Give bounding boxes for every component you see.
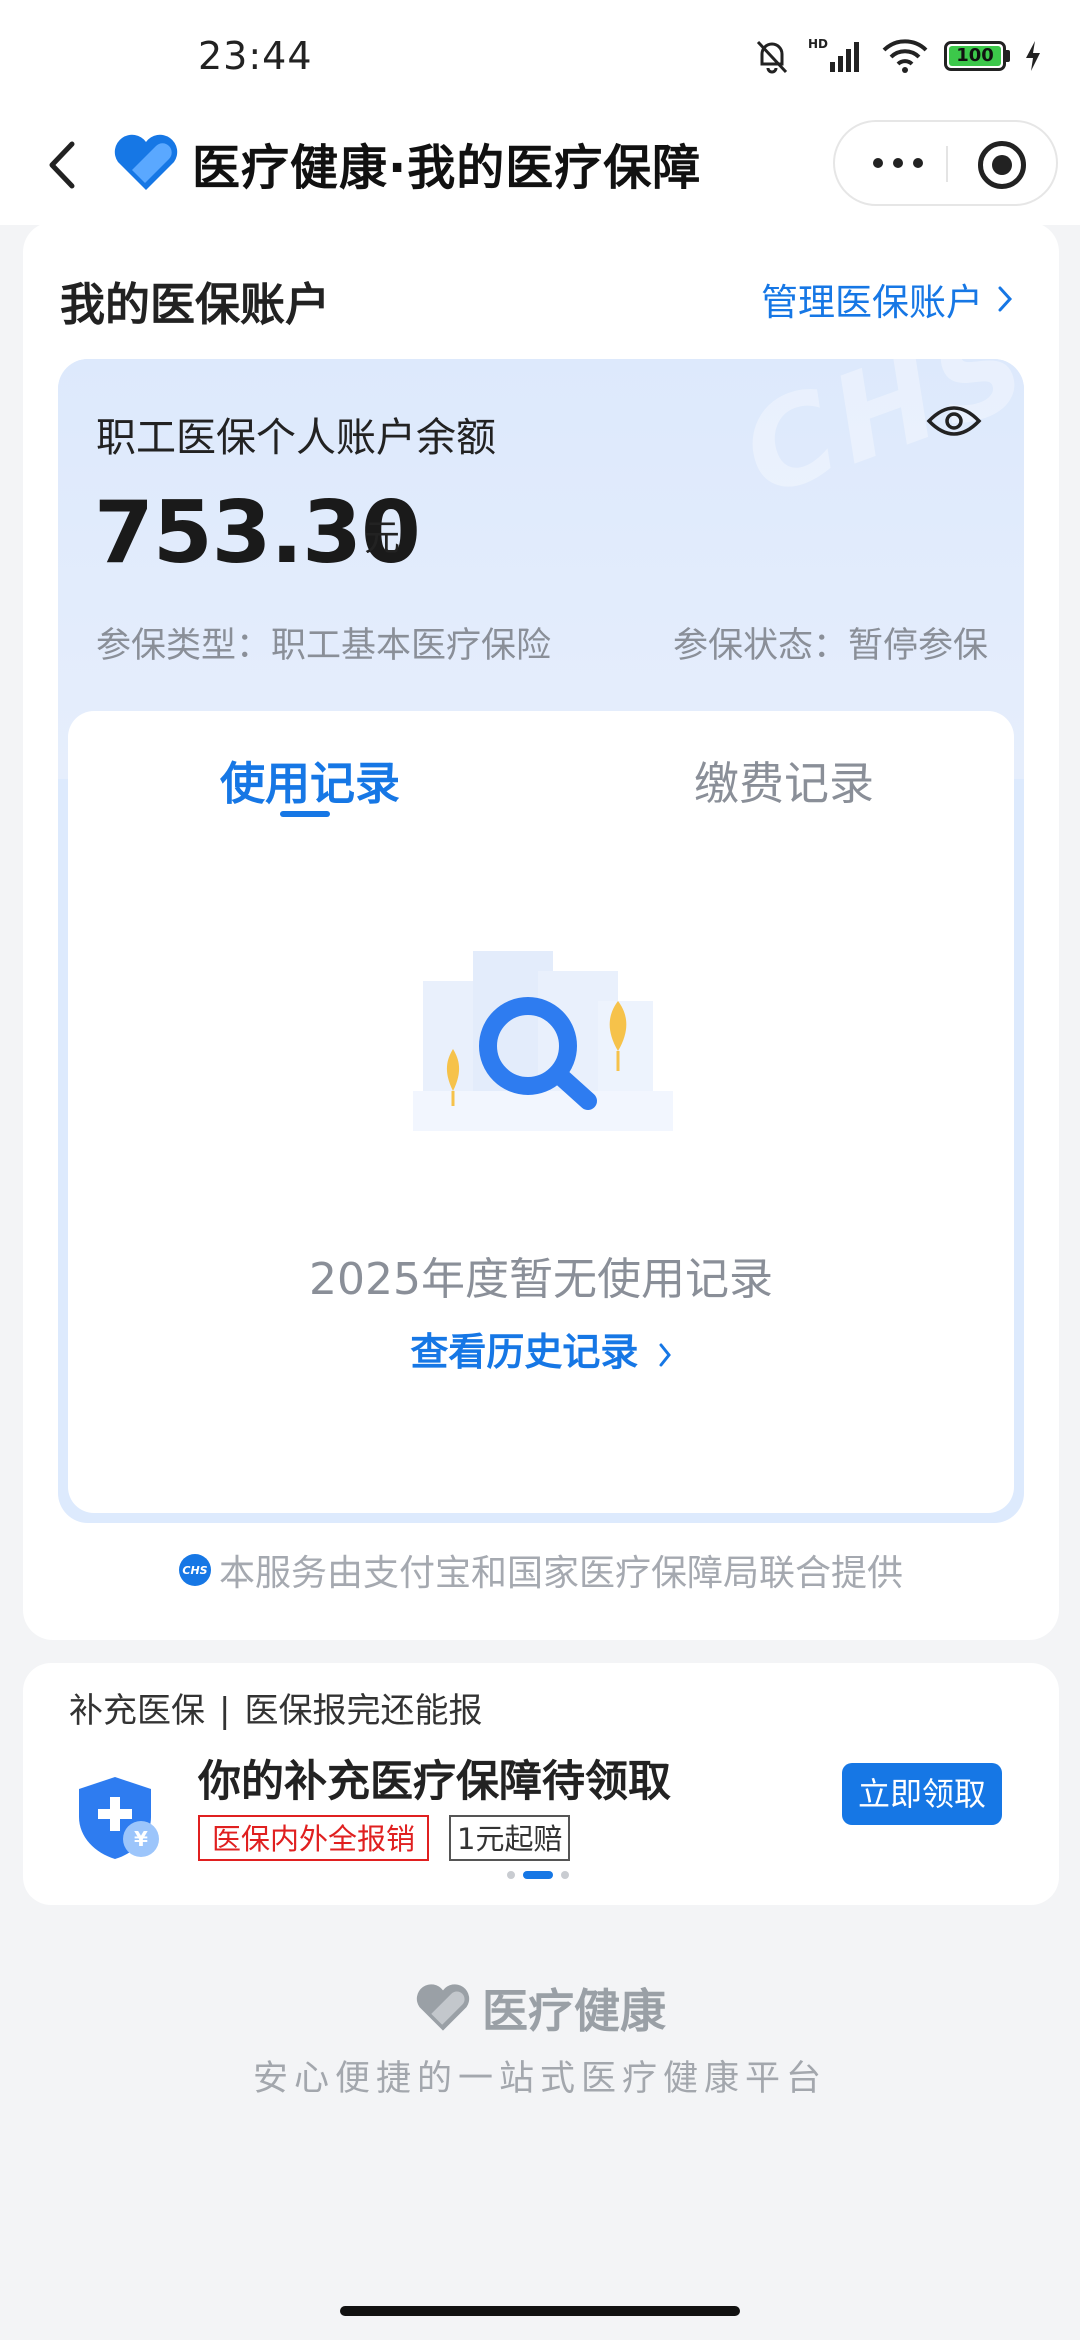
footer-logo: 医疗健康 <box>0 1975 1080 2041</box>
view-history-label: 查看历史记录 <box>410 1330 639 1374</box>
insurance-type: 参保类型：职工基本医疗保险 <box>96 626 552 666</box>
active-tab-indicator <box>280 811 330 817</box>
carousel-dot-active <box>523 1871 553 1879</box>
status-icons: HD 100 <box>752 36 1042 76</box>
capsule-divider <box>946 146 948 182</box>
page-title: 医疗健康·我的医疗保障 <box>192 140 702 196</box>
balance-label: 职工医保个人账户余额 <box>96 415 496 461</box>
eye-icon[interactable] <box>926 401 982 441</box>
provider-note: CHS 本服务由支付宝和国家医疗保障局联合提供 <box>23 1544 1059 1596</box>
wifi-icon <box>882 39 928 73</box>
header-separator: | <box>219 1691 231 1731</box>
bell-muted-icon <box>756 40 788 74</box>
nav-title-group: 医疗健康·我的医疗保障 <box>112 128 701 198</box>
svg-text:¥: ¥ <box>134 1827 148 1851</box>
tag-full-reimbursement: 医保内外全报销 <box>198 1815 430 1861</box>
supplement-card[interactable]: 补充医保 | 医保报完还能报 ¥ 你的补充医疗保障待领取 医保内外全报销 1元起赔 … <box>23 1663 1059 1905</box>
claim-now-button[interactable]: 立即领取 <box>842 1763 1002 1825</box>
status-bar: 23:44 HD 100 <box>0 0 1080 110</box>
records-panel: 使用记录 缴费记录 2025年度暂无使用记录 查看历史记录 <box>68 711 1014 1513</box>
carousel-dots <box>507 1871 569 1879</box>
battery-level: 100 <box>949 46 1001 66</box>
empty-search-illustration <box>413 951 673 1131</box>
currency-unit: 元 <box>364 518 401 559</box>
supplement-header: 补充医保 | 医保报完还能报 <box>69 1683 482 1732</box>
battery-icon: 100 <box>944 41 1010 71</box>
carousel-dot <box>561 1871 569 1879</box>
nav-bar: 医疗健康·我的医疗保障 <box>0 110 1080 225</box>
supplement-title: 你的补充医疗保障待领取 <box>198 1757 671 1807</box>
status-time: 23:44 <box>198 34 313 78</box>
home-indicator[interactable] <box>340 2306 740 2316</box>
carousel-dot <box>507 1871 515 1879</box>
insurance-status: 参保状态：暂停参保 <box>672 626 988 666</box>
close-target-icon[interactable] <box>978 141 1026 189</box>
tab-payment-records[interactable]: 缴费记录 <box>694 747 874 812</box>
footer-tagline: 安心便捷的一站式医疗健康平台 <box>252 2059 827 2099</box>
hd-signal-icon: HD <box>808 37 859 72</box>
provider-text: 本服务由支付宝和国家医疗保障局联合提供 <box>218 1553 903 1594</box>
tab-usage-records[interactable]: 使用记录 <box>220 747 400 812</box>
svg-text:HD: HD <box>808 37 828 51</box>
heart-pill-logo-icon <box>114 134 178 190</box>
footer-brand: 医疗健康 <box>482 1984 666 2038</box>
view-history-link[interactable]: 查看历史记录 <box>68 1321 1014 1376</box>
account-title: 我的医保账户 <box>60 278 331 331</box>
charging-icon <box>1026 41 1040 71</box>
chevron-right-icon <box>998 286 1013 312</box>
manage-account-link[interactable]: 管理医保账户 <box>761 272 1013 326</box>
balance-panel: CHS 职工医保个人账户余额 753.30 元 参保类型：职工基本医疗保险 参保… <box>58 359 1024 1523</box>
empty-records-text: 2025年度暂无使用记录 <box>309 1254 773 1305</box>
shield-plus-icon: ¥ <box>79 1777 159 1859</box>
supplement-category: 补充医保 <box>69 1691 205 1731</box>
back-icon[interactable] <box>30 130 100 200</box>
mini-program-capsule <box>833 120 1058 206</box>
supplement-subtitle: 医保报完还能报 <box>244 1691 483 1731</box>
account-card: 我的医保账户 管理医保账户 CHS 职工医保个人账户余额 753.30 元 参保… <box>23 222 1059 1640</box>
chs-logo-icon: CHS <box>178 1554 211 1586</box>
more-icon[interactable] <box>873 158 923 168</box>
chevron-right-icon <box>659 1343 671 1366</box>
manage-account-label: 管理医保账户 <box>761 281 983 324</box>
tag-min-claim: 1元起赔 <box>449 1815 571 1861</box>
heart-pill-logo-icon <box>416 1984 470 2031</box>
